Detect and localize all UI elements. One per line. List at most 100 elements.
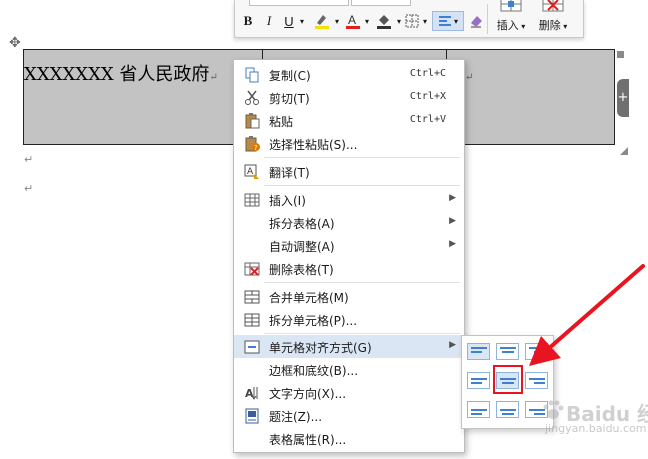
align-bottom-center-option[interactable]: [496, 401, 519, 418]
borders-icon: [405, 14, 419, 28]
align-top-center-option[interactable]: [496, 343, 519, 360]
delete-table-button[interactable]: 删除 ▾: [534, 0, 572, 36]
menu-item-delete-table[interactable]: 删除表格(T): [234, 257, 464, 280]
insert-table-button[interactable]: 插入 ▾: [492, 0, 530, 36]
highlighter-icon: [315, 15, 329, 29]
font-color-icon: A: [346, 13, 360, 29]
insert-label: 插入 ▾: [496, 19, 526, 32]
menu-item-paste-special[interactable]: ? 选择性粘贴(S)...: [234, 132, 464, 155]
menu-item-label: 边框和底纹(B)...: [269, 364, 359, 378]
font-size-combo[interactable]: [351, 0, 411, 6]
annotation-highlight-box: [493, 365, 523, 394]
highlight-color-button[interactable]: [311, 11, 333, 31]
menu-separator: [264, 185, 460, 186]
submenu-arrow-icon: ▶: [449, 340, 456, 350]
menu-item-insert[interactable]: 插入(I) ▶: [234, 188, 464, 211]
table-move-handle[interactable]: ✥: [9, 35, 21, 51]
split-cells-icon: [244, 313, 260, 327]
mini-toolbar: B I U ▾ ▾ A ▾ ▾ ▾ ▾ 插入 ▾ 删除 ▾: [234, 0, 584, 38]
cell-end-mark: ↵: [209, 72, 218, 83]
font-color-dropdown[interactable]: ▾: [363, 11, 371, 31]
menu-item-label: 翻译(T): [269, 166, 310, 180]
menu-separator: [264, 282, 460, 283]
menu-item-label: 拆分表格(A): [269, 217, 335, 231]
table-insert-icon: [500, 0, 522, 12]
align-middle-right-option[interactable]: [525, 372, 548, 389]
align-left-icon: [438, 16, 451, 26]
delete-table-icon: [244, 262, 260, 276]
menu-item-label: 拆分单元格(P)...: [269, 314, 358, 328]
paw-logo-icon: [543, 400, 564, 419]
eraser-button[interactable]: [467, 11, 485, 31]
borders-dropdown[interactable]: ▾: [421, 11, 429, 31]
svg-text:A: A: [247, 167, 254, 177]
menu-item-label: 单元格对齐方式(G): [269, 341, 372, 355]
highlight-dropdown[interactable]: ▾: [333, 11, 341, 31]
text-direction-icon: A: [245, 387, 258, 400]
menu-item-split-cells[interactable]: 拆分单元格(P)...: [234, 308, 464, 331]
align-bottom-left-option[interactable]: [467, 401, 490, 418]
submenu-arrow-icon: ▶: [449, 216, 456, 226]
menu-item-label: 粘贴: [269, 115, 294, 129]
menu-item-label: 删除表格(T): [269, 263, 334, 277]
menu-item-label: 合并单元格(M): [269, 291, 349, 305]
submenu-arrow-icon: ▶: [449, 193, 456, 203]
watermark: Baidu 经验 jingyan.baidu.com: [540, 396, 648, 438]
menu-item-translate[interactable]: A 翻译(T): [234, 160, 464, 183]
underline-dropdown[interactable]: ▾: [297, 11, 307, 31]
menu-item-label: 剪切(T): [269, 92, 310, 106]
underline-button[interactable]: U: [281, 11, 297, 31]
menu-item-label: 题注(Z)...: [269, 410, 323, 424]
align-dropdown-arrow: ▾: [453, 16, 458, 26]
borders-button[interactable]: [403, 11, 421, 31]
merge-cells-icon: [244, 290, 260, 304]
delete-label: 删除 ▾: [538, 19, 568, 32]
align-middle-left-option[interactable]: [467, 372, 490, 389]
font-color-button[interactable]: A: [343, 11, 363, 31]
align-top-left-option[interactable]: [467, 343, 490, 360]
menu-item-shortcut: Ctrl+C: [409, 68, 446, 79]
eraser-icon: [471, 16, 482, 28]
copy-icon: [245, 67, 259, 83]
svg-text:A: A: [245, 387, 254, 400]
menu-item-borders-shading[interactable]: 边框和底纹(B)...: [234, 358, 464, 381]
cell-text: XXXXXXX 省人民政府: [24, 64, 210, 85]
table-resize-handle[interactable]: [620, 147, 628, 155]
shading-button[interactable]: [373, 11, 395, 31]
submenu-arrow-icon: ▶: [449, 239, 456, 249]
menu-separator: [264, 333, 460, 334]
paste-special-icon: ?: [245, 136, 260, 152]
menu-item-label: 复制(C): [269, 69, 311, 83]
menu-item-split-table[interactable]: 拆分表格(A) ▶: [234, 211, 464, 234]
align-button[interactable]: ▾: [432, 11, 464, 31]
menu-item-autofit[interactable]: 自动调整(A) ▶: [234, 234, 464, 257]
menu-item-caption[interactable]: 题注(Z)...: [234, 404, 464, 427]
paste-icon: [245, 113, 260, 129]
menu-item-label: 表格属性(R)...: [269, 433, 347, 447]
menu-item-paste[interactable]: 粘贴 Ctrl+V: [234, 109, 464, 132]
font-name-combo[interactable]: [249, 0, 349, 6]
menu-item-merge-cells[interactable]: 合并单元格(M): [234, 285, 464, 308]
annotation-arrow-icon: [529, 264, 645, 366]
menu-item-copy[interactable]: 复制(C) Ctrl+C: [234, 63, 464, 86]
add-row-button[interactable]: +: [617, 79, 629, 117]
paint-bucket-icon: [377, 15, 391, 29]
menu-item-label: 文字方向(X)...: [269, 387, 347, 401]
caption-icon: [245, 408, 259, 424]
table-cell[interactable]: XXXXXXX 省人民政府↵: [24, 60, 218, 86]
menu-item-label: 自动调整(A): [269, 240, 335, 254]
toolbar-divider: [487, 4, 488, 34]
shading-dropdown[interactable]: ▾: [395, 11, 403, 31]
menu-separator: [264, 157, 460, 158]
menu-item-shortcut: Ctrl+X: [409, 91, 446, 102]
table-delete-icon: [542, 0, 564, 12]
menu-item-table-properties[interactable]: 表格属性(R)...: [234, 427, 464, 450]
row-end-marker: [617, 51, 624, 58]
menu-item-cell-alignment[interactable]: 单元格对齐方式(G) ▶: [234, 335, 464, 358]
menu-item-cut[interactable]: 剪切(T) Ctrl+X: [234, 86, 464, 109]
paragraph-mark: ↵: [24, 153, 34, 166]
italic-button[interactable]: I: [261, 11, 277, 31]
paragraph-mark: ↵: [24, 182, 34, 195]
menu-item-text-direction[interactable]: A 文字方向(X)...: [234, 381, 464, 404]
bold-button[interactable]: B: [239, 11, 257, 31]
